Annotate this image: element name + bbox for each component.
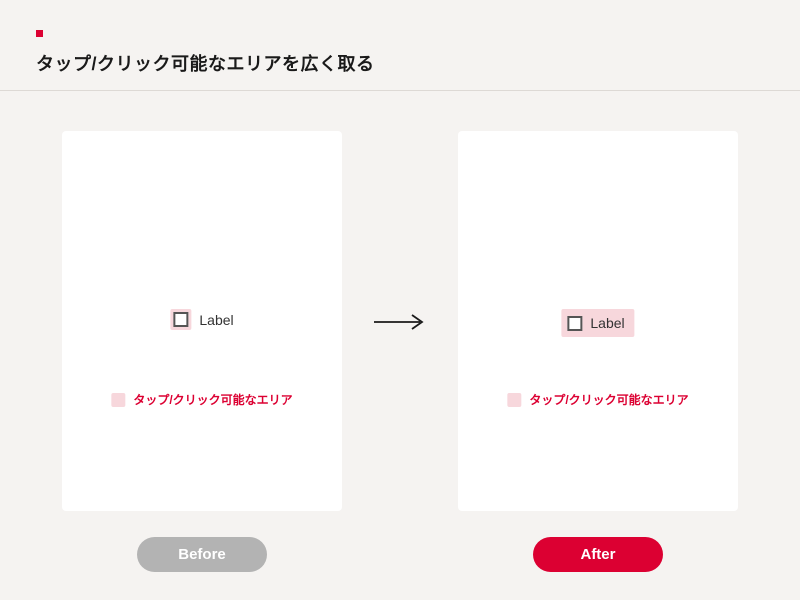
legend-swatch-icon xyxy=(111,393,125,407)
after-hitarea-highlight[interactable]: Label xyxy=(561,309,634,337)
before-card: Label タップ/クリック可能なエリア xyxy=(62,131,342,511)
after-legend-text: タップ/クリック可能なエリア xyxy=(529,391,688,408)
before-checkbox-label: Label xyxy=(199,312,233,328)
after-checkbox-row: Label xyxy=(561,309,634,337)
checkbox-icon xyxy=(567,316,582,331)
before-hitarea-highlight xyxy=(170,309,191,330)
arrow-icon xyxy=(372,312,428,332)
after-panel: Label タップ/クリック可能なエリア After xyxy=(458,131,738,572)
before-legend: タップ/クリック可能なエリア xyxy=(111,391,292,408)
header: タップ/クリック可能なエリアを広く取る xyxy=(0,0,800,91)
after-legend: タップ/クリック可能なエリア xyxy=(507,391,688,408)
legend-swatch-icon xyxy=(507,393,521,407)
before-checkbox-row: Label xyxy=(170,309,233,330)
before-badge: Before xyxy=(137,537,267,572)
after-checkbox-label: Label xyxy=(590,315,624,331)
after-card: Label タップ/クリック可能なエリア xyxy=(458,131,738,511)
before-panel: Label タップ/クリック可能なエリア Before xyxy=(62,131,342,572)
after-badge: After xyxy=(533,537,663,572)
accent-marker xyxy=(36,30,43,37)
before-legend-text: タップ/クリック可能なエリア xyxy=(133,391,292,408)
checkbox-icon[interactable] xyxy=(173,312,188,327)
comparison-content: Label タップ/クリック可能なエリア Before Label xyxy=(0,91,800,596)
page-title: タップ/クリック可能なエリアを広く取る xyxy=(36,50,764,76)
